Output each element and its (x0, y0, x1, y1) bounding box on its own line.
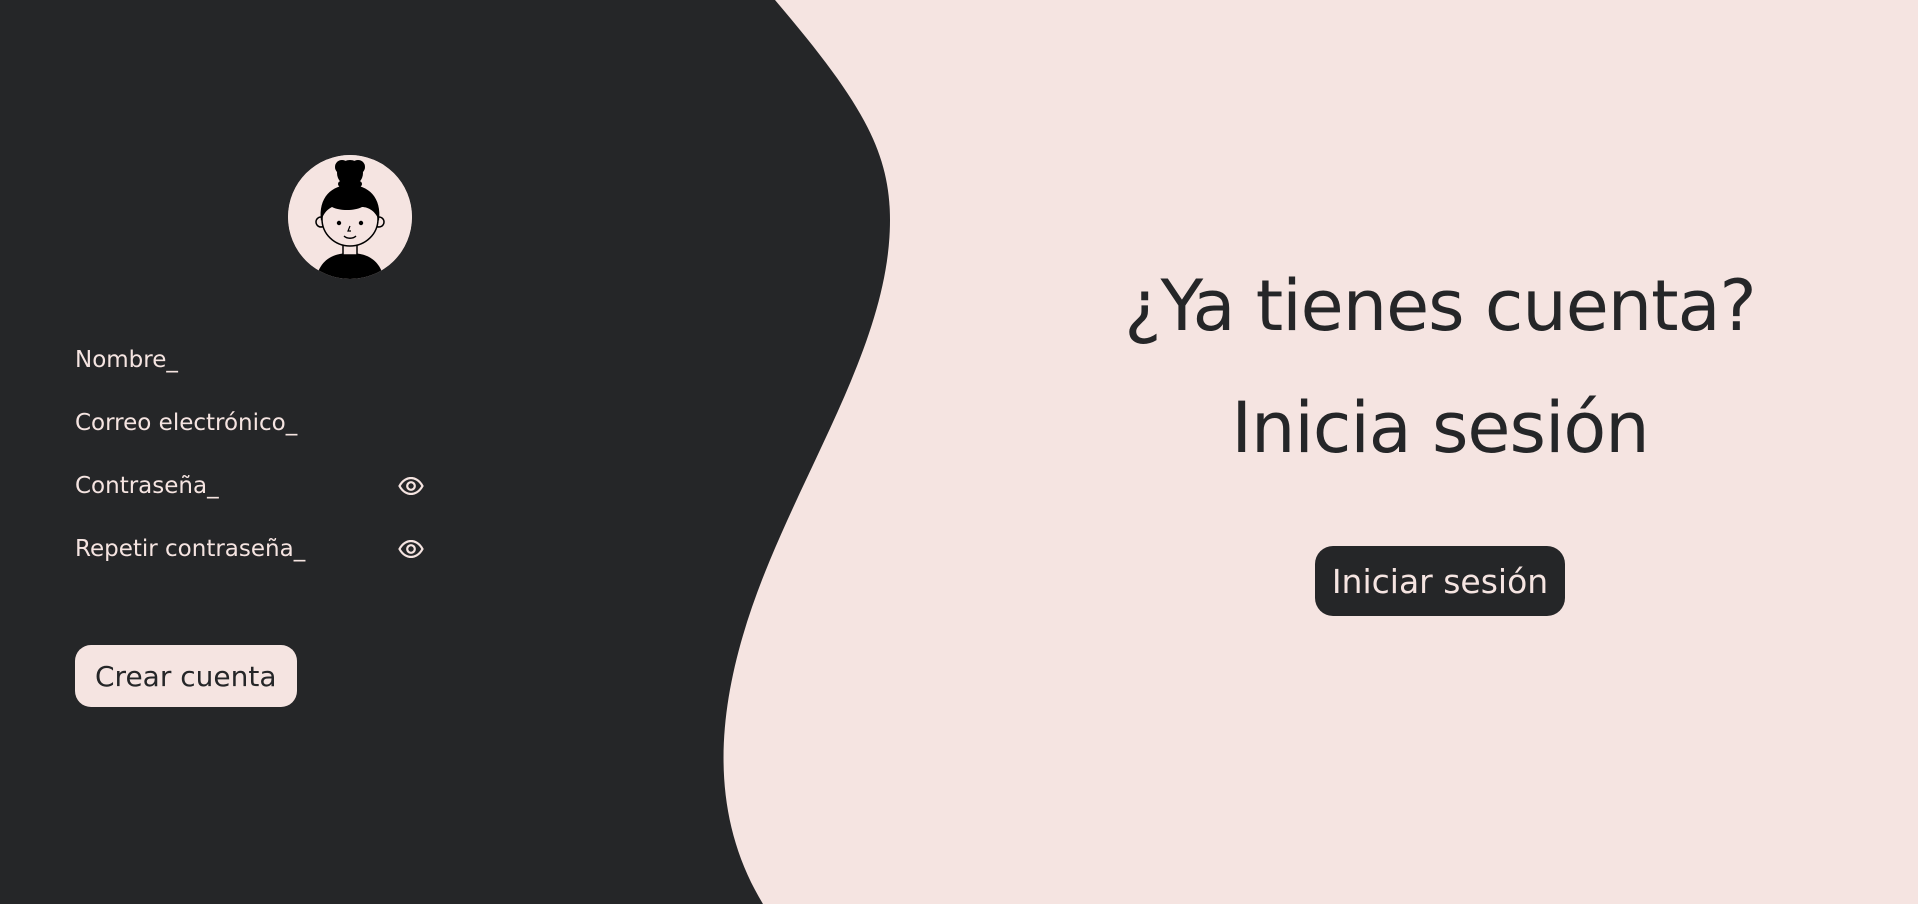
repeat-password-input[interactable] (75, 531, 375, 567)
login-prompt-panel: ¿Ya tienes cuenta? Inicia sesión Iniciar… (1040, 0, 1840, 904)
name-input[interactable] (75, 342, 375, 378)
login-subtitle-heading: Inicia sesión (1231, 387, 1649, 469)
login-question-heading: ¿Ya tienes cuenta? (1124, 265, 1756, 347)
woman-avatar-icon (288, 155, 412, 279)
login-button[interactable]: Iniciar sesión (1315, 546, 1565, 616)
password-input[interactable] (75, 468, 375, 504)
show-password-eye-icon[interactable] (397, 475, 425, 497)
register-panel: Crear cuenta (0, 0, 760, 904)
email-input[interactable] (75, 405, 375, 441)
name-field-row (75, 340, 425, 380)
signup-page: Crear cuenta ¿Ya tienes cuenta? Inicia s… (0, 0, 1918, 904)
repeat-password-field-row (75, 529, 425, 569)
password-field-row (75, 466, 425, 506)
create-account-button[interactable]: Crear cuenta (75, 645, 297, 707)
email-field-row (75, 403, 425, 443)
show-repeat-password-eye-icon[interactable] (397, 538, 425, 560)
